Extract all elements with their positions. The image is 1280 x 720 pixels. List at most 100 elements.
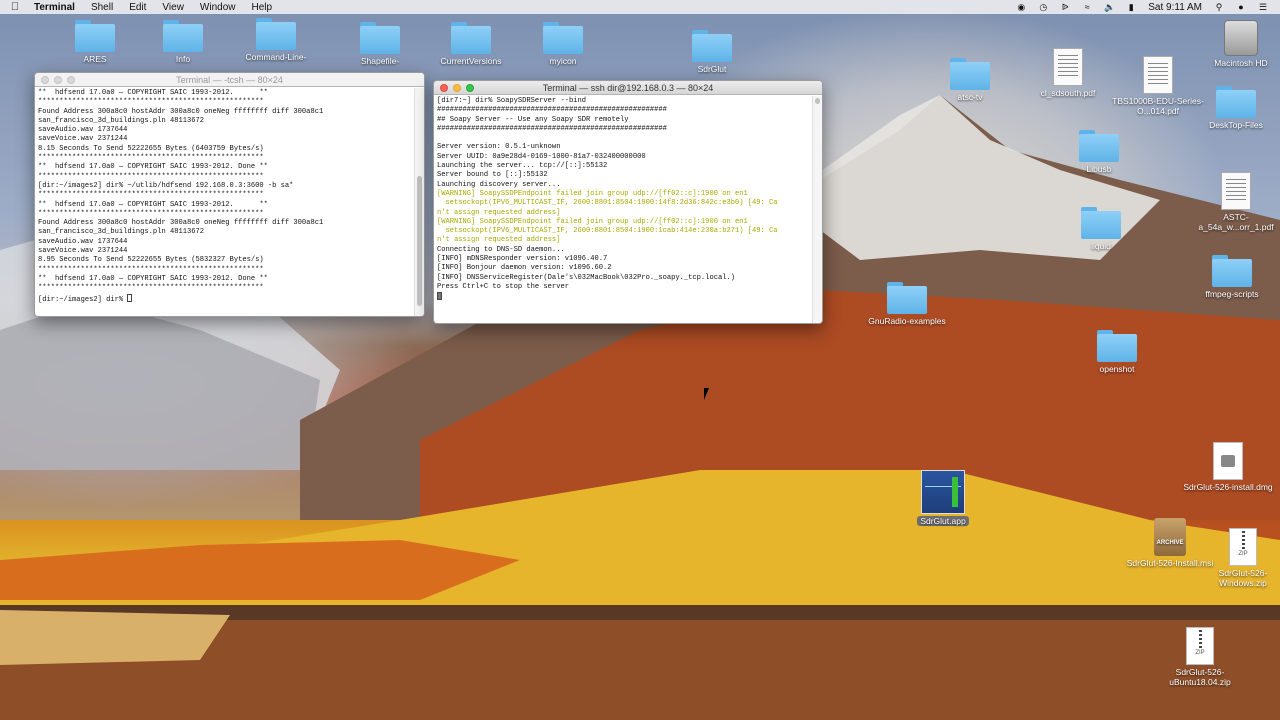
spotlight-icon[interactable]: ⚲ xyxy=(1214,2,1224,12)
terminal-line: Server bound to [::]:55132 xyxy=(437,171,548,180)
terminal-line: Launching the server... tcp://[::]:55132 xyxy=(437,162,608,171)
zoom-button[interactable] xyxy=(466,84,474,92)
desktop-icon-myicon[interactable]: myicon xyxy=(518,22,608,66)
menu-window[interactable]: Window xyxy=(192,2,244,13)
desktop-icon-sdrglut-app[interactable]: SdrGlut.app xyxy=(898,470,988,526)
zip-file-icon: ZIP xyxy=(1186,627,1214,665)
terminal-line: ** hdfsend 17.0a0 — COPYRIGHT SAIC 1993-… xyxy=(38,89,268,97)
terminal-warning-line: setsockopt(IPV6_MULTICAST_IF, 2600:8801:… xyxy=(437,199,778,208)
zip-file-icon: ZIP xyxy=(1229,528,1257,566)
terminal-output[interactable]: ** hdfsend 17.0a0 — COPYRIGHT SAIC 1993-… xyxy=(35,88,414,316)
close-button[interactable] xyxy=(440,84,448,92)
terminal-line: ****************************************… xyxy=(38,98,264,107)
desktop-icon-gnuradio-examples[interactable]: GnuRadio-examples xyxy=(862,282,952,326)
terminal-line: ########################################… xyxy=(437,106,667,115)
desktop-icon-astc[interactable]: ASTC-a_54a_w...orr_1.pdf xyxy=(1191,172,1280,232)
folder-icon xyxy=(950,58,990,90)
battery-icon[interactable]: ▮ xyxy=(1126,2,1136,12)
desktop-icon-liquid[interactable]: liquid xyxy=(1056,207,1146,251)
user-avatar-icon[interactable]: ● xyxy=(1236,2,1246,12)
terminal-titlebar[interactable]: Terminal — ssh dir@192.168.0.3 — 80×24 xyxy=(434,81,822,95)
bluetooth-icon[interactable]: ᐉ xyxy=(1060,2,1070,12)
desktop-icon-command-line[interactable]: Command-Line- xyxy=(231,18,321,62)
wifi-icon[interactable]: ≈ xyxy=(1082,2,1092,12)
record-icon[interactable]: ◉ xyxy=(1016,2,1026,12)
terminal-window-ssh[interactable]: Terminal — ssh dir@192.168.0.3 — 80×24 [… xyxy=(433,80,823,324)
scrollbar[interactable] xyxy=(812,96,822,323)
folder-icon xyxy=(887,282,927,314)
desktop-icon-windows-zip[interactable]: ZIP SdrGlut-526-Windows.zip xyxy=(1198,528,1280,588)
disk-image-icon xyxy=(1213,442,1243,480)
terminal-line: Server UUID: 0a9e28d4-0169-1000-81a7-032… xyxy=(437,152,646,161)
desktop-icon-shapefile[interactable]: Shapefile- xyxy=(335,22,425,66)
menu-bar:  Terminal Shell Edit View Window Help ◉… xyxy=(0,0,1280,14)
folder-icon xyxy=(451,22,491,54)
menu-help[interactable]: Help xyxy=(244,2,281,13)
desktop-icon-macintosh-hd[interactable]: Macintosh HD xyxy=(1196,20,1280,68)
desktop-icon-cl-sdsouth[interactable]: cl_sdsouth.pdf xyxy=(1023,48,1113,98)
terminal-line: ****************************************… xyxy=(38,209,264,218)
terminal-line: saveVoice.wav 2371244 xyxy=(38,247,128,256)
minimize-button[interactable] xyxy=(54,76,62,84)
terminal-titlebar[interactable]: Terminal — -tcsh — 80×24 xyxy=(35,73,424,87)
desktop-icon-ffmpeg-scripts[interactable]: ffmpeg-scripts xyxy=(1187,255,1277,299)
terminal-line: [INFO] mDNSResponder version: v1096.40.7 xyxy=(437,255,608,264)
folder-icon xyxy=(1097,330,1137,362)
menu-edit[interactable]: Edit xyxy=(121,2,154,13)
terminal-line: ****************************************… xyxy=(38,172,264,181)
text-cursor xyxy=(437,292,442,301)
folder-icon xyxy=(1212,255,1252,287)
terminal-line: saveVoice.wav 2371244 xyxy=(38,135,128,144)
terminal-line: Launching discovery server... xyxy=(437,180,561,189)
terminal-line: ** hdfsend 17.0a0 — COPYRIGHT SAIC 1993-… xyxy=(38,200,268,209)
window-title: Terminal — ssh dir@192.168.0.3 — 80×24 xyxy=(542,83,714,93)
terminal-line: 8.95 Seconds To Send 52222655 Bytes (583… xyxy=(38,256,264,265)
desktop-icon-atsc-tv[interactable]: atsc-tv xyxy=(925,58,1015,102)
terminal-line: Found Address 300a8c0 hostAddr 300a8c0 o… xyxy=(38,219,324,228)
desktop-icon-ares[interactable]: ARES xyxy=(50,20,140,64)
window-controls xyxy=(41,76,75,84)
terminal-line: [INFO] DNSServiceRegister(Dale's\032MacB… xyxy=(437,273,735,282)
pdf-document-icon xyxy=(1221,172,1251,210)
desktop-icon-libusb[interactable]: Libusb xyxy=(1054,130,1144,174)
clock-icon[interactable]: ◷ xyxy=(1038,2,1048,12)
scrollbar-thumb[interactable] xyxy=(417,176,422,306)
terminal-line: saveAudio.wav 1737644 xyxy=(38,126,128,135)
mouse-pointer xyxy=(704,388,714,400)
terminal-line: [dir7:~] dir% SoapySDRServer --bind xyxy=(437,97,586,105)
folder-icon xyxy=(360,22,400,54)
desktop-icon-current-versions[interactable]: CurrentVersions xyxy=(426,22,516,66)
apple-icon[interactable]:  xyxy=(0,1,30,13)
desktop-icon-info[interactable]: Info xyxy=(138,20,228,64)
menubar-clock[interactable]: Sat 9:11 AM xyxy=(1148,2,1202,13)
scrollbar[interactable] xyxy=(414,88,424,316)
terminal-line: Found Address 300a8c0 hostAddr 300a8c0 o… xyxy=(38,107,324,116)
close-button[interactable] xyxy=(41,76,49,84)
terminal-line: ** hdfsend 17.0a0 — COPYRIGHT SAIC 1993-… xyxy=(38,274,268,283)
terminal-window-tcsh[interactable]: Terminal — -tcsh — 80×24 ** hdfsend 17.0… xyxy=(34,72,425,317)
terminal-output[interactable]: [dir7:~] dir% SoapySDRServer --bind #####… xyxy=(434,96,812,323)
notification-list-icon[interactable]: ☰ xyxy=(1258,2,1268,12)
terminal-line: san_francisco_3d_buildings.pln 48113672 xyxy=(38,228,205,237)
menu-view[interactable]: View xyxy=(154,2,192,13)
folder-icon xyxy=(1216,86,1256,118)
desktop-icon-sdrglut[interactable]: SdrGlut xyxy=(667,30,757,74)
desktop-icon-install-dmg[interactable]: SdrGlut-526-install.dmg xyxy=(1183,442,1273,492)
sdrglut-app-icon xyxy=(921,470,965,514)
volume-icon[interactable]: 🔈 xyxy=(1104,2,1115,12)
desktop-icon-desktop-files[interactable]: DeskTop-Files xyxy=(1191,86,1280,130)
terminal-line: ****************************************… xyxy=(38,191,264,200)
minimize-button[interactable] xyxy=(453,84,461,92)
menu-app-terminal[interactable]: Terminal xyxy=(30,2,83,13)
window-title: Terminal — -tcsh — 80×24 xyxy=(176,75,283,85)
zoom-button[interactable] xyxy=(67,76,75,84)
terminal-line: [INFO] Bonjour daemon version: v1096.60.… xyxy=(437,264,612,273)
terminal-line: ****************************************… xyxy=(38,284,264,293)
terminal-warning-line: n't assign requested address] xyxy=(437,236,561,245)
menu-shell[interactable]: Shell xyxy=(83,2,121,13)
desktop-icon-ubuntu-zip[interactable]: ZIP SdrGlut-526-uBuntu18.04.zip xyxy=(1155,627,1245,687)
scrollbar-thumb[interactable] xyxy=(815,98,820,104)
desktop-icon-openshot[interactable]: openshot xyxy=(1072,330,1162,374)
terminal-line: Connecting to DNS-SD daemon... xyxy=(437,245,565,254)
